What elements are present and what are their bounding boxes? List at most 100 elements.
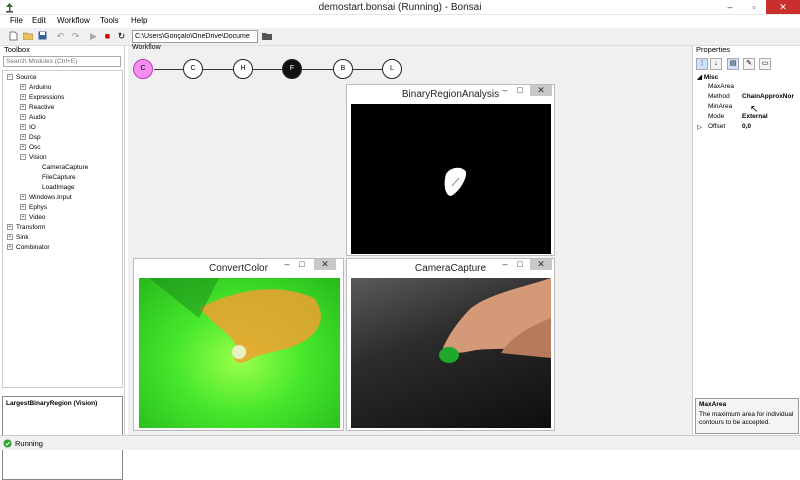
convert-color-image [139, 278, 340, 428]
open-folder-icon[interactable] [22, 31, 33, 42]
expand-icon[interactable]: + [20, 114, 26, 121]
maximize-icon[interactable]: □ [512, 259, 528, 270]
minimize-button[interactable]: – [718, 0, 742, 14]
hand-false-color-shape [149, 278, 321, 363]
prop-minarea-name[interactable]: MinArea [708, 103, 732, 110]
tree-item-combinator[interactable]: + Combinator [7, 244, 50, 251]
start-icon[interactable]: ▶ [88, 31, 99, 42]
restart-icon[interactable]: ↻ [116, 31, 127, 42]
tree-item-io[interactable]: + IO [20, 124, 36, 131]
property-description-text: The maximum area for individual contours… [699, 411, 794, 426]
new-file-icon[interactable] [8, 31, 19, 42]
toolbox-title: Toolbox [4, 45, 30, 54]
tree-item-sink[interactable]: + Sink [7, 234, 29, 241]
browse-folder-icon[interactable] [261, 31, 272, 42]
expand-icon[interactable]: + [7, 244, 13, 251]
expand-icon[interactable]: + [20, 214, 26, 221]
search-modules-input[interactable] [3, 56, 121, 67]
tree-item-loadimage[interactable]: LoadImage [42, 184, 75, 191]
tree-item-audio[interactable]: + Audio [20, 114, 46, 121]
minimize-icon[interactable]: – [279, 259, 295, 270]
binary-region-window[interactable]: BinaryRegionAnalysis – □ ✕ [346, 84, 555, 256]
close-icon[interactable]: ✕ [530, 85, 552, 96]
workflow-node-hsv[interactable]: H [233, 59, 253, 79]
tree-item-expressions[interactable]: + Expressions [20, 94, 64, 101]
expand-icon[interactable]: + [20, 134, 26, 141]
maximize-icon[interactable]: □ [512, 85, 528, 96]
toolbox-tree: − Source + Arduino + Expressions + Reactive … [2, 70, 123, 388]
close-icon[interactable]: ✕ [530, 259, 552, 270]
workflow-node-largest[interactable]: L [382, 59, 402, 79]
close-window-button[interactable]: ✕ [766, 0, 800, 14]
tree-item-vision[interactable]: − Vision [20, 154, 47, 161]
tree-item-windows-input[interactable]: + Windows.Input [20, 194, 72, 201]
stop-icon[interactable]: ■ [102, 31, 113, 42]
grid-view-icon[interactable]: ▭ [759, 58, 771, 70]
expand-icon[interactable]: + [20, 84, 26, 91]
title-bar: demostart.bonsai (Running) - Bonsai – ▫ … [0, 0, 800, 15]
save-icon[interactable] [37, 31, 48, 42]
tree-item-filecapture[interactable]: FileCapture [42, 174, 76, 181]
tree-item-source[interactable]: − Source [7, 74, 37, 81]
expand-icon[interactable]: + [20, 144, 26, 151]
expand-icon[interactable]: + [20, 194, 26, 201]
menu-edit[interactable]: Edit [32, 16, 46, 25]
workflow-path-input[interactable] [132, 30, 258, 43]
tree-item-transform[interactable]: + Transform [7, 224, 45, 231]
prop-method-value[interactable]: ChainApproxNor [742, 93, 794, 100]
collapse-icon[interactable]: − [7, 74, 13, 81]
tree-item-video[interactable]: + Video [20, 214, 46, 221]
collapse-icon[interactable]: − [20, 154, 26, 161]
tree-item-osc[interactable]: + Osc [20, 144, 41, 151]
maximize-button[interactable]: ▫ [742, 0, 766, 14]
expand-icon[interactable]: + [7, 224, 13, 231]
convert-color-title: ConvertColor [209, 263, 268, 274]
expand-icon[interactable]: + [7, 234, 13, 241]
workflow-node-camera[interactable]: C [133, 59, 153, 79]
workflow-node-f[interactable]: F [282, 59, 302, 79]
tree-item-dsp[interactable]: + Dsp [20, 134, 41, 141]
category-misc[interactable]: ◢ Misc [697, 73, 718, 81]
properties-panel: Properties ⋮ ↓ ▤ ✎ ▭ ◢ Misc MaxArea Meth… [692, 45, 800, 435]
expand-icon[interactable]: + [20, 124, 26, 131]
property-description-title: MaxArea [699, 401, 727, 408]
prop-offset-name[interactable]: Offset [708, 123, 725, 130]
menu-workflow[interactable]: Workflow [57, 16, 90, 25]
maximize-icon[interactable]: □ [294, 259, 310, 270]
prop-offset-expand[interactable]: ▷ [697, 123, 702, 131]
menu-tools[interactable]: Tools [100, 16, 119, 25]
expand-icon[interactable]: + [20, 104, 26, 111]
menu-help[interactable]: Help [131, 16, 147, 25]
properties-title: Properties [696, 45, 731, 54]
menu-bar: File Edit Workflow Tools Help [0, 15, 800, 28]
prop-offset-value[interactable]: 0,0 [742, 123, 751, 130]
binary-region-image [351, 104, 551, 254]
tree-item-cameracapture[interactable]: CameraCapture [42, 164, 88, 171]
tree-item-arduino[interactable]: + Arduino [20, 84, 51, 91]
workflow-node-binary[interactable]: B [333, 59, 353, 79]
camera-capture-window[interactable]: CameraCapture – □ ✕ [346, 258, 555, 431]
tree-item-ephys[interactable]: + Ephys [20, 204, 47, 211]
window-title: demostart.bonsai (Running) - Bonsai [318, 2, 482, 13]
sort-alpha-icon[interactable]: ↓ [710, 58, 722, 70]
minimize-icon[interactable]: – [497, 259, 513, 270]
convert-color-window[interactable]: ConvertColor – □ ✕ [133, 258, 344, 431]
categorized-icon[interactable]: ⋮ [696, 58, 708, 70]
module-description-title: LargestBinaryRegion (Vision) [6, 400, 98, 407]
expand-icon[interactable]: + [20, 204, 26, 211]
property-pages-icon[interactable]: ▤ [727, 58, 739, 70]
redo-icon[interactable]: ↷ [70, 31, 81, 42]
prop-mode-name[interactable]: Mode [708, 113, 724, 120]
toolbar: ↶ ↷ ▶ ■ ↻ [0, 28, 800, 46]
tree-item-reactive[interactable]: + Reactive [20, 104, 54, 111]
events-icon[interactable]: ✎ [743, 58, 755, 70]
undo-icon[interactable]: ↶ [55, 31, 66, 42]
minimize-icon[interactable]: – [497, 85, 513, 96]
menu-file[interactable]: File [10, 16, 23, 25]
prop-maxarea-name[interactable]: MaxArea [708, 83, 734, 90]
prop-method-name[interactable]: Method [708, 93, 730, 100]
expand-icon[interactable]: + [20, 94, 26, 101]
close-icon[interactable]: ✕ [314, 259, 336, 270]
binary-blob-shape [444, 167, 467, 196]
workflow-node-convert[interactable]: C [183, 59, 203, 79]
